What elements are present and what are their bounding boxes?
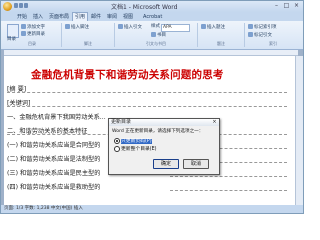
style-label: 样式: [151, 24, 160, 29]
bibliography-icon: [151, 32, 156, 37]
dialog-message: Word 正在更新目录，请选择下列选项之一：: [112, 129, 204, 134]
update-toc-icon: [21, 31, 26, 36]
caption-icon: [201, 24, 206, 29]
radio-update-entire-table[interactable]: 更新整个目录(E): [114, 145, 157, 152]
citation-icon: [118, 24, 123, 29]
dotted-rule: [170, 190, 287, 191]
update-toc-dialog: 更新目录 × Word 正在更新目录，请选择下列选项之一： 只更新页码(P) 更…: [108, 118, 220, 175]
group-label-citations: 引文与书目: [146, 41, 166, 46]
tab-mailings[interactable]: 邮件: [89, 13, 103, 21]
dialog-close-button[interactable]: ×: [211, 119, 218, 125]
toc-entry: (二) 和谐劳动关系应当是法制型的: [7, 156, 101, 163]
toc-icon[interactable]: [7, 24, 19, 38]
save-icon[interactable]: [14, 3, 18, 8]
tab-view[interactable]: 视图: [121, 13, 135, 21]
ribbon-tabs: 开始 插入 页面布局 引用 邮件 审阅 视图 Acrobat: [1, 12, 303, 21]
window-title: 文档1 - Microsoft Word: [111, 4, 178, 11]
radio-unselected-icon: [114, 145, 120, 152]
tab-review[interactable]: 审阅: [105, 13, 119, 21]
citations-group: 插入引文 样式 APA 书目 引文与书目: [115, 23, 198, 47]
toc-entry: (四) 和谐劳动关系应当是救助型的: [7, 184, 101, 191]
group-label-toc: 目录: [28, 41, 36, 46]
dialog-title: 更新目录: [109, 119, 219, 126]
toc-entry: (一) 和谐劳动关系应当是合同型的: [7, 142, 101, 149]
vertical-scrollbar[interactable]: [295, 56, 303, 205]
group-label-captions: 题注: [217, 41, 225, 46]
tab-acrobat[interactable]: Acrobat: [141, 13, 164, 21]
office-button-icon[interactable]: [3, 2, 12, 11]
bibliography-button[interactable]: 书目: [151, 32, 166, 38]
minimize-button[interactable]: –: [272, 2, 281, 10]
dotted-rule: [7, 92, 287, 93]
cancel-button[interactable]: 取消: [183, 159, 209, 169]
toc-entry: (三) 和谐劳动关系应当是民主型的: [7, 170, 101, 177]
insert-caption-button[interactable]: 插入题注: [201, 24, 225, 30]
toc-entry: 一、金融危机背景下我国劳动关系...: [7, 114, 106, 121]
redo-icon[interactable]: [24, 3, 28, 8]
mark-entry-icon: [248, 24, 253, 29]
mark-entry-button[interactable]: 标记索引项: [248, 24, 277, 30]
tab-references[interactable]: 引用: [72, 12, 89, 21]
ok-button[interactable]: 确定: [153, 159, 179, 169]
toc-group: 目录 添加文字 更新目录 目录: [3, 23, 62, 47]
captions-group: 插入题注 题注: [198, 23, 245, 47]
radio-selected-icon: [114, 137, 120, 144]
mark-citation-button[interactable]: 标记引文: [248, 32, 272, 38]
add-text-icon: [21, 24, 26, 29]
tab-insert[interactable]: 插入: [31, 13, 45, 21]
status-text: 页面: 1/3 字数: 1,238 中文(中国) 插入: [4, 206, 83, 211]
status-bar: 页面: 1/3 字数: 1,238 中文(中国) 插入: [1, 205, 303, 213]
footnotes-group: 插入脚注 脚注: [62, 23, 115, 47]
radio-update-page-numbers[interactable]: 只更新页码(P): [114, 137, 152, 144]
tab-home[interactable]: 开始: [15, 13, 29, 21]
ribbon-panel: 目录 添加文字 更新目录 目录 插入脚注 脚注 插入引文 样式 APA 书目 引…: [1, 21, 303, 50]
document-title: 金融危机背景下和谐劳动关系问题的思考: [31, 69, 224, 81]
undo-icon[interactable]: [19, 3, 23, 8]
maximize-button[interactable]: □: [282, 2, 291, 10]
index-group: 标记索引项 标记引文 索引: [245, 23, 301, 47]
insert-footnote-button[interactable]: 插入脚注: [65, 24, 89, 30]
insert-citation-button[interactable]: 插入引文: [118, 24, 142, 30]
style-select[interactable]: APA: [161, 24, 190, 32]
update-toc-button[interactable]: 更新目录: [21, 31, 45, 37]
close-button[interactable]: ×: [292, 2, 301, 10]
group-label-footnotes: 脚注: [84, 41, 92, 46]
add-text-button[interactable]: 添加文字: [21, 24, 45, 30]
mark-citation-icon: [248, 32, 253, 37]
quick-access-toolbar: [14, 3, 32, 10]
footnote-icon: [65, 24, 70, 29]
dotted-rule: [7, 106, 287, 107]
group-label-index: 索引: [269, 41, 277, 46]
title-bar: 文档1 - Microsoft Word – □ ×: [1, 1, 303, 12]
dotted-rule: [170, 176, 287, 177]
tab-page-layout[interactable]: 页面布局: [47, 13, 71, 21]
